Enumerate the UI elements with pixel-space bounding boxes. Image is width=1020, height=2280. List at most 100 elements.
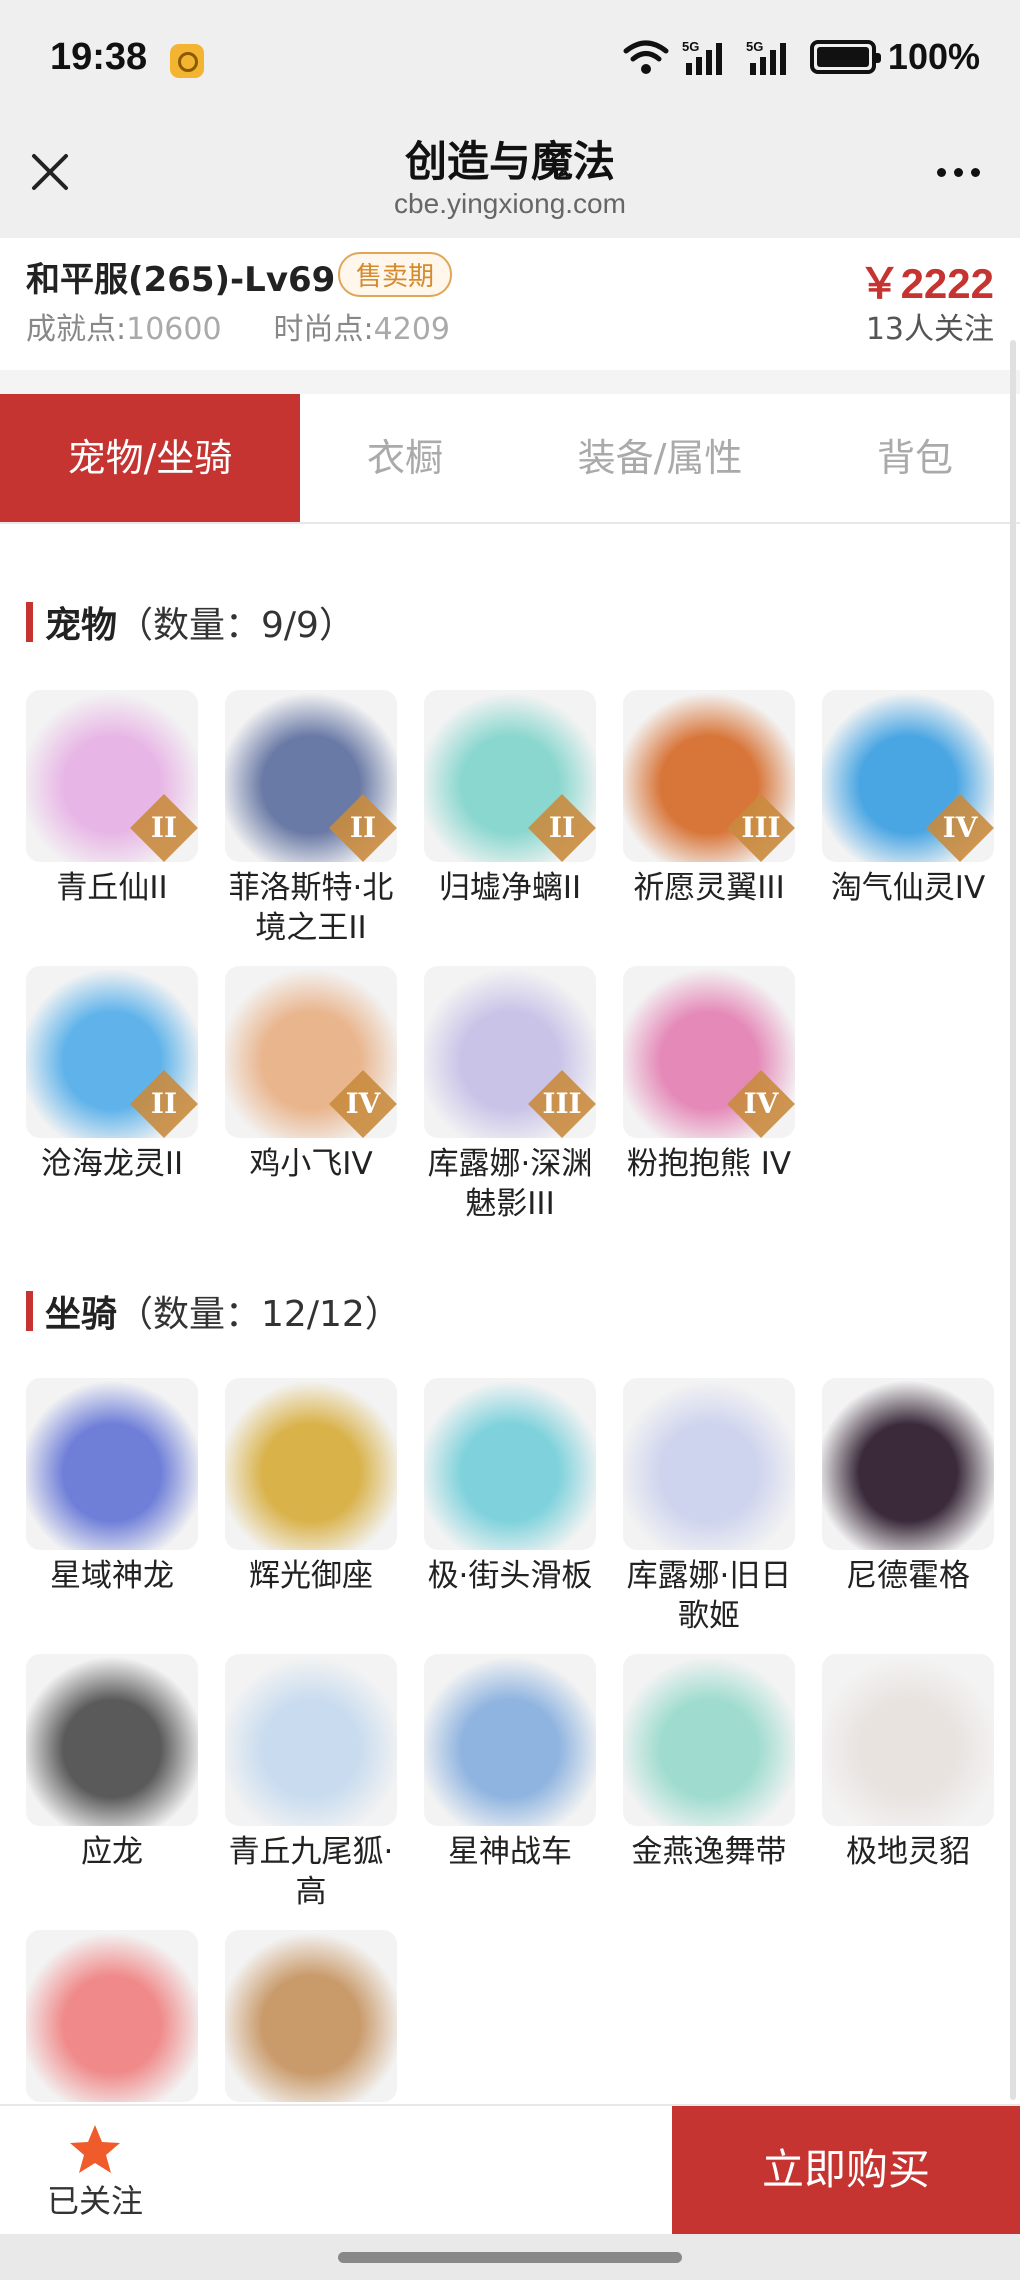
mounts-item[interactable]: 金燕逸舞带 bbox=[623, 1654, 795, 1872]
pets-item[interactable]: IV 淘气仙灵IV bbox=[822, 690, 994, 908]
fashion-value: 4209 bbox=[373, 312, 451, 347]
mounts-item[interactable] bbox=[225, 1930, 397, 2108]
mounts-thumbnail bbox=[225, 1654, 397, 1826]
account-stats: 成就点:10600 时尚点:4209 bbox=[26, 304, 450, 348]
mounts-item-name: 极·街头滑板 bbox=[427, 1558, 593, 1594]
section-pets-count: （数量：9/9） bbox=[117, 605, 355, 646]
tier-text: II bbox=[349, 811, 377, 844]
pets-item-name: 淘气仙灵IV bbox=[830, 870, 986, 906]
achievement-label: 成就点: bbox=[26, 312, 127, 347]
pets-item[interactable]: IV 粉抱抱熊 IV bbox=[623, 966, 795, 1184]
mounts-thumbnail bbox=[623, 1654, 795, 1826]
follow-button[interactable]: 已关注 bbox=[30, 2176, 160, 2222]
divider bbox=[0, 370, 1020, 394]
section-mounts-count: （数量：12/12） bbox=[117, 1294, 401, 1335]
account-title: 和平服(265)-Lv69 bbox=[26, 260, 336, 300]
mounts-item[interactable]: 库露娜·旧日歌姬 bbox=[623, 1378, 795, 1636]
tier-text: II bbox=[150, 811, 178, 844]
page-title: 创造与魔法 bbox=[404, 137, 615, 186]
signal-network-label: 5G bbox=[682, 39, 699, 54]
app-notification-icon bbox=[170, 44, 204, 78]
pets-item[interactable]: III 祈愿灵翼III bbox=[623, 690, 795, 908]
more-icon[interactable] bbox=[937, 168, 980, 177]
mounts-item[interactable]: 尼德霍格 bbox=[822, 1378, 994, 1596]
mounts-item[interactable]: 星神战车 bbox=[424, 1654, 596, 1872]
pets-thumbnail: IV bbox=[623, 966, 795, 1138]
tab-bag[interactable]: 背包 bbox=[830, 394, 1000, 522]
mounts-item-name: 应龙 bbox=[81, 1834, 143, 1870]
home-indicator[interactable] bbox=[338, 2252, 682, 2263]
tier-text: III bbox=[741, 811, 781, 844]
signal-network-label-2: 5G bbox=[746, 39, 763, 54]
tier-text: II bbox=[548, 811, 576, 844]
section-pets-name: 宠物 bbox=[45, 605, 118, 646]
star-icon[interactable] bbox=[68, 2122, 122, 2176]
scrollbar[interactable] bbox=[1010, 340, 1016, 2100]
battery-icon bbox=[809, 40, 881, 74]
signal-icon: 5G bbox=[682, 39, 722, 75]
tab-wardrobe[interactable]: 衣橱 bbox=[300, 394, 510, 522]
signal-icon-2: 5G bbox=[746, 39, 786, 75]
mounts-item-name: 辉光御座 bbox=[249, 1558, 373, 1594]
pets-item[interactable]: II 沧海龙灵II bbox=[26, 966, 198, 1184]
mounts-item[interactable]: 星域神龙 bbox=[26, 1378, 198, 1596]
pets-thumbnail: III bbox=[623, 690, 795, 862]
pets-item-name: 库露娜·深渊魅影III bbox=[427, 1146, 593, 1222]
pets-item[interactable]: III 库露娜·深渊魅影III bbox=[424, 966, 596, 1224]
mounts-item[interactable]: 应龙 bbox=[26, 1654, 198, 1872]
tier-text: IV bbox=[345, 1087, 381, 1120]
mounts-item[interactable]: 极地灵貂 bbox=[822, 1654, 994, 1872]
mounts-item[interactable]: 极·街头滑板 bbox=[424, 1378, 596, 1596]
pets-item[interactable]: II 归墟净螭II bbox=[424, 690, 596, 908]
pets-item-name: 粉抱抱熊 IV bbox=[626, 1146, 792, 1182]
mounts-thumbnail bbox=[623, 1378, 795, 1550]
pets-item-name: 菲洛斯特·北境之王II bbox=[228, 870, 394, 946]
pets-item[interactable]: II 青丘仙II bbox=[26, 690, 198, 908]
mounts-thumbnail bbox=[424, 1654, 596, 1826]
pets-item-name: 祈愿灵翼III bbox=[633, 870, 785, 906]
pets-item[interactable]: II 菲洛斯特·北境之王II bbox=[225, 690, 397, 948]
tab-pets-mounts[interactable]: 宠物/坐骑 bbox=[0, 394, 300, 522]
section-pets-title: 宠物 （数量：9/9） bbox=[26, 596, 355, 648]
mounts-thumbnail bbox=[26, 1654, 198, 1826]
tier-text: IV bbox=[743, 1087, 779, 1120]
battery-text: 100% bbox=[887, 36, 980, 77]
pets-item-name: 青丘仙II bbox=[56, 870, 168, 906]
mounts-item-name: 金燕逸舞带 bbox=[631, 1834, 787, 1870]
pets-thumbnail: II bbox=[26, 966, 198, 1138]
pets-item[interactable]: IV 鸡小飞IV bbox=[225, 966, 397, 1184]
pets-thumbnail: III bbox=[424, 966, 596, 1138]
pets-thumbnail: IV bbox=[225, 966, 397, 1138]
pets-thumbnail: II bbox=[424, 690, 596, 862]
page-url: cbe.yingxiong.com bbox=[394, 188, 626, 219]
achievement-value: 10600 bbox=[126, 312, 222, 347]
status-indicators: 5G 5G 100% bbox=[622, 36, 980, 78]
pets-thumbnail: II bbox=[225, 690, 397, 862]
mounts-item-name: 极地灵貂 bbox=[846, 1834, 970, 1870]
mounts-thumbnail bbox=[225, 1378, 397, 1550]
tier-text: II bbox=[150, 1087, 178, 1120]
mounts-item-name: 尼德霍格 bbox=[846, 1558, 970, 1594]
mounts-thumbnail bbox=[26, 1930, 198, 2102]
tab-equipment[interactable]: 装备/属性 bbox=[540, 394, 780, 522]
section-mounts-name: 坐骑 bbox=[45, 1294, 118, 1335]
status-badge: 售卖期 bbox=[338, 252, 453, 297]
buy-now-button[interactable]: 立即购买 bbox=[672, 2106, 1020, 2234]
tab-bar: 宠物/坐骑 衣橱 装备/属性 背包 bbox=[0, 394, 1020, 524]
mounts-thumbnail bbox=[424, 1378, 596, 1550]
tier-text: IV bbox=[942, 811, 978, 844]
mounts-item[interactable]: 青丘九尾狐·高 bbox=[225, 1654, 397, 1912]
mounts-item[interactable]: 辉光御座 bbox=[225, 1378, 397, 1596]
mounts-thumbnail bbox=[822, 1378, 994, 1550]
pets-item-name: 归墟净螭II bbox=[438, 870, 582, 906]
wifi-icon bbox=[623, 40, 669, 74]
account-header: 和平服(265)-Lv69 售卖期 ￥2222 成就点:10600 时尚点:420… bbox=[0, 238, 1020, 370]
mounts-item-name: 星域神龙 bbox=[50, 1558, 174, 1594]
section-mounts-title: 坐骑 （数量：12/12） bbox=[26, 1285, 401, 1337]
mounts-item-name: 青丘九尾狐·高 bbox=[228, 1834, 394, 1910]
pets-item-name: 沧海龙灵II bbox=[40, 1146, 184, 1182]
mounts-item[interactable] bbox=[26, 1930, 198, 2108]
mounts-item-name: 库露娜·旧日歌姬 bbox=[626, 1558, 792, 1634]
pets-thumbnail: II bbox=[26, 690, 198, 862]
status-time: 19:38 bbox=[50, 36, 148, 78]
